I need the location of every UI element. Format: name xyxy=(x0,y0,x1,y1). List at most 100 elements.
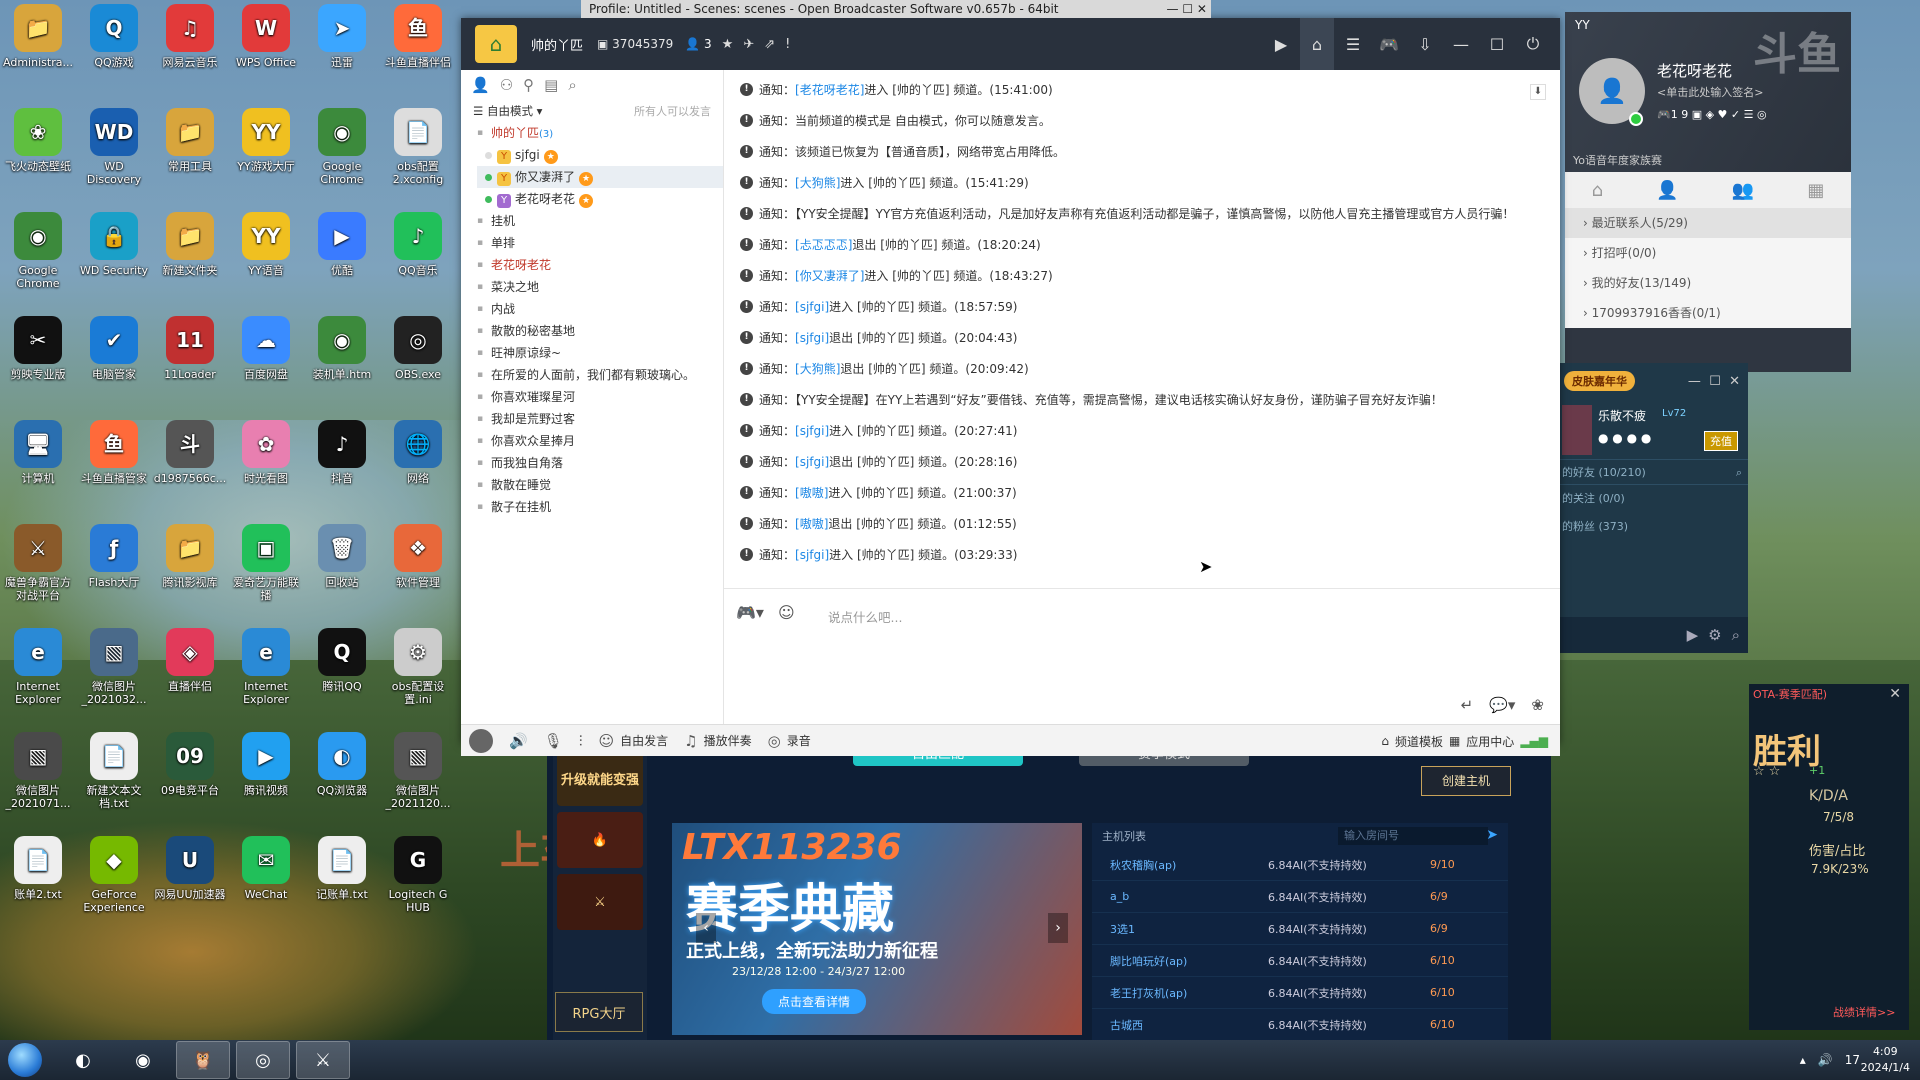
subchannel-item[interactable]: 你喜欢璀璨星河 xyxy=(477,386,723,408)
desktop-icon[interactable]: YY YY语音 xyxy=(228,212,304,277)
desktop-icon[interactable]: 📁 新建文件夹 xyxy=(152,212,228,277)
groups-icon[interactable]: 👥 xyxy=(1732,180,1754,201)
host-row[interactable]: 脚比咱玩好(ap) 6.84AI(不支持持效) 6/10 xyxy=(1092,945,1508,977)
user-icon[interactable]: 👤 xyxy=(471,76,490,94)
channel-user[interactable]: Y 老花呀老花 ★ xyxy=(477,188,723,210)
gamepad-emoji-icon[interactable]: 🎮▾ xyxy=(736,603,764,622)
desktop-icon[interactable]: e Internet Explorer xyxy=(228,628,304,706)
subchannel-item[interactable]: 在所爱的人面前，我们都有颗玻璃心。 xyxy=(477,364,723,386)
friend-group[interactable]: › 最近联系人(5/29) xyxy=(1565,208,1851,238)
desktop-icon[interactable]: ◆ GeForce Experience xyxy=(76,836,152,914)
match-detail-link[interactable]: 战绩详情>> xyxy=(1833,1004,1895,1020)
promo-tile-1[interactable]: 🔥 xyxy=(557,812,643,868)
host-row[interactable]: 古城西 6.84AI(不支持持效) 6/10 xyxy=(1092,1009,1508,1041)
subchannel-item[interactable]: 我却是荒野过客 xyxy=(477,408,723,430)
channel-user[interactable]: Ysjfgi ★ xyxy=(477,144,723,166)
subchannel-item[interactable]: 老花呀老花 xyxy=(477,254,723,276)
friends-icon[interactable]: 👤 xyxy=(1656,180,1678,201)
upgrade-tile[interactable]: 升级就能变强 xyxy=(557,750,643,806)
desktop-icon[interactable]: ❀ 飞火动态壁纸 xyxy=(0,108,76,173)
desktop-icon[interactable]: 🖥 计算机 xyxy=(0,420,76,485)
send-options-icon[interactable]: 💬▾ xyxy=(1489,696,1515,714)
subchannel-item[interactable]: 散散在睡觉 xyxy=(477,474,723,496)
record-label[interactable]: 录音 xyxy=(787,732,811,749)
desktop-icon[interactable]: 📁 常用工具 xyxy=(152,108,228,173)
message-user-link[interactable]: [嗷嗷] xyxy=(795,484,828,501)
message-user-link[interactable]: [你又凄湃了] xyxy=(795,267,864,284)
free-talk-icon[interactable]: ☺ xyxy=(599,732,615,750)
grid-icon[interactable]: ▦ xyxy=(1449,734,1460,748)
subchannel-item[interactable]: 菜决之地 xyxy=(477,276,723,298)
status-icons[interactable]: ● ● ● ● xyxy=(1598,431,1651,445)
video-icon[interactable]: ▶ xyxy=(1687,626,1699,644)
host-row[interactable]: a_b 6.84AI(不支持持效) 6/9 xyxy=(1092,881,1508,913)
record-icon[interactable]: ◎ xyxy=(768,732,781,750)
flower-gift-icon[interactable]: ❀ xyxy=(1531,696,1544,714)
desktop-icon[interactable]: ◉ Google Chrome xyxy=(304,108,380,186)
desktop-icon[interactable]: ▶ 优酷 xyxy=(304,212,380,277)
desktop-icon[interactable]: ƒ Flash大厅 xyxy=(76,524,152,589)
taskbar-chrome[interactable]: ◉ xyxy=(116,1041,170,1079)
search-icon[interactable]: ⌕ xyxy=(1732,626,1740,644)
desktop-icon[interactable]: ⚙ obs配置设置.ini xyxy=(380,628,456,706)
channel-root[interactable]: 帅的丫匹(3) xyxy=(477,122,723,144)
desktop-icon[interactable]: ▣ 爱奇艺万能联播 xyxy=(228,524,304,602)
desktop-icon[interactable]: ♫ 网易云音乐 xyxy=(152,4,228,69)
message-user-link[interactable]: [大狗熊] xyxy=(795,360,840,377)
desktop-icon[interactable]: ▧ 微信图片_2021120... xyxy=(380,732,456,810)
banner-prev-icon[interactable]: ‹ xyxy=(696,913,716,943)
profile-username[interactable]: 老花呀老花 xyxy=(1657,60,1732,81)
host-row[interactable]: 3选1 6.84AI(不支持持效) 6/9 xyxy=(1092,913,1508,945)
friend-group[interactable]: › 1709937916香香(0/1) xyxy=(1565,298,1851,328)
desktop-icon[interactable]: G Logitech G HUB xyxy=(380,836,456,914)
desktop-icon[interactable]: 斗 d1987566c... xyxy=(152,420,228,485)
follows-row[interactable]: 的关注 (0/0) xyxy=(1558,485,1748,513)
desktop-icon[interactable]: 🗑 回收站 xyxy=(304,524,380,589)
obs-window-controls[interactable]: — ☐ ✕ xyxy=(1167,0,1207,18)
gamepad-icon[interactable]: 🎮 xyxy=(1372,18,1406,70)
desktop-icon[interactable]: 📄 obs配置2.xconfig xyxy=(380,108,456,186)
subchannel-item[interactable]: 内战 xyxy=(477,298,723,320)
power-icon[interactable]: ⏻ xyxy=(1516,18,1550,70)
message-user-link[interactable]: [sjfgi] xyxy=(795,548,829,562)
microphone-icon[interactable]: 🎙 xyxy=(544,732,563,750)
banner-cta-button[interactable]: 点击查看详情 xyxy=(762,989,867,1014)
promo-tile-2[interactable]: ⚔ xyxy=(557,874,643,930)
desktop-icon[interactable]: YY YY游戏大厅 xyxy=(228,108,304,173)
message-user-link[interactable]: [sjfgi] xyxy=(795,455,829,469)
desktop-icon[interactable]: ▧ 微信图片_2021032... xyxy=(76,628,152,706)
desktop-icon[interactable]: 📄 新建文本文档.txt xyxy=(76,732,152,810)
friend-group[interactable]: › 我的好友(13/149) xyxy=(1565,268,1851,298)
desktop-icon[interactable]: ◈ 直播伴侣 xyxy=(152,628,228,693)
taskbar-yy[interactable]: 🦉 xyxy=(176,1041,230,1079)
rpg-hall-button[interactable]: RPG大厅 xyxy=(555,992,643,1032)
desktop-icon[interactable]: 09 09电竞平台 xyxy=(152,732,228,797)
desktop-icon[interactable]: ♪ QQ音乐 xyxy=(380,212,456,277)
search-icon[interactable]: ⌕ xyxy=(1736,460,1742,486)
room-number-input[interactable]: 输入房间号 xyxy=(1338,827,1488,845)
clock[interactable]: 4:09 2024/1/4 xyxy=(1861,1044,1910,1076)
friend-group[interactable]: › 打招呼(0/0) xyxy=(1565,238,1851,268)
subchannel-item[interactable]: 散散的秘密基地 xyxy=(477,320,723,342)
desktop-icon[interactable]: WD WD Discovery xyxy=(76,108,152,186)
minimize-icon[interactable]: — xyxy=(1444,18,1478,70)
friend-search[interactable]: 的好友 (10/210) ⌕ xyxy=(1558,459,1748,485)
banner-next-icon[interactable]: › xyxy=(1048,913,1068,943)
tray-up-icon[interactable]: ▴ xyxy=(1800,1053,1806,1067)
home-icon[interactable]: ⌂ xyxy=(1592,180,1603,201)
search-icon[interactable]: ⌕ xyxy=(568,76,576,94)
free-talk-label[interactable]: 自由发言 xyxy=(620,732,668,749)
send-icon[interactable]: ➤ xyxy=(1486,827,1498,843)
message-user-link[interactable]: [忐忑忑忑] xyxy=(795,236,852,253)
skin-carnival-badge[interactable]: 皮肤嘉年华 xyxy=(1564,371,1635,391)
music-icon[interactable]: ♫ xyxy=(684,732,697,750)
subchannel-item[interactable]: 旺神原谅绿~ xyxy=(477,342,723,364)
desktop-icon[interactable]: 📁 腾讯影视库 xyxy=(152,524,228,589)
settings-icon[interactable]: ⚙ xyxy=(1708,626,1721,644)
message-user-link[interactable]: [大狗熊] xyxy=(795,174,840,191)
download-icon[interactable]: ⇩ xyxy=(1408,18,1442,70)
maximize-icon[interactable]: ☐ xyxy=(1480,18,1514,70)
equalizer-icon[interactable]: ⫶ xyxy=(579,732,583,750)
message-user-link[interactable]: [老花呀老花] xyxy=(795,81,864,98)
group-icon[interactable]: ⚇ xyxy=(500,76,513,94)
